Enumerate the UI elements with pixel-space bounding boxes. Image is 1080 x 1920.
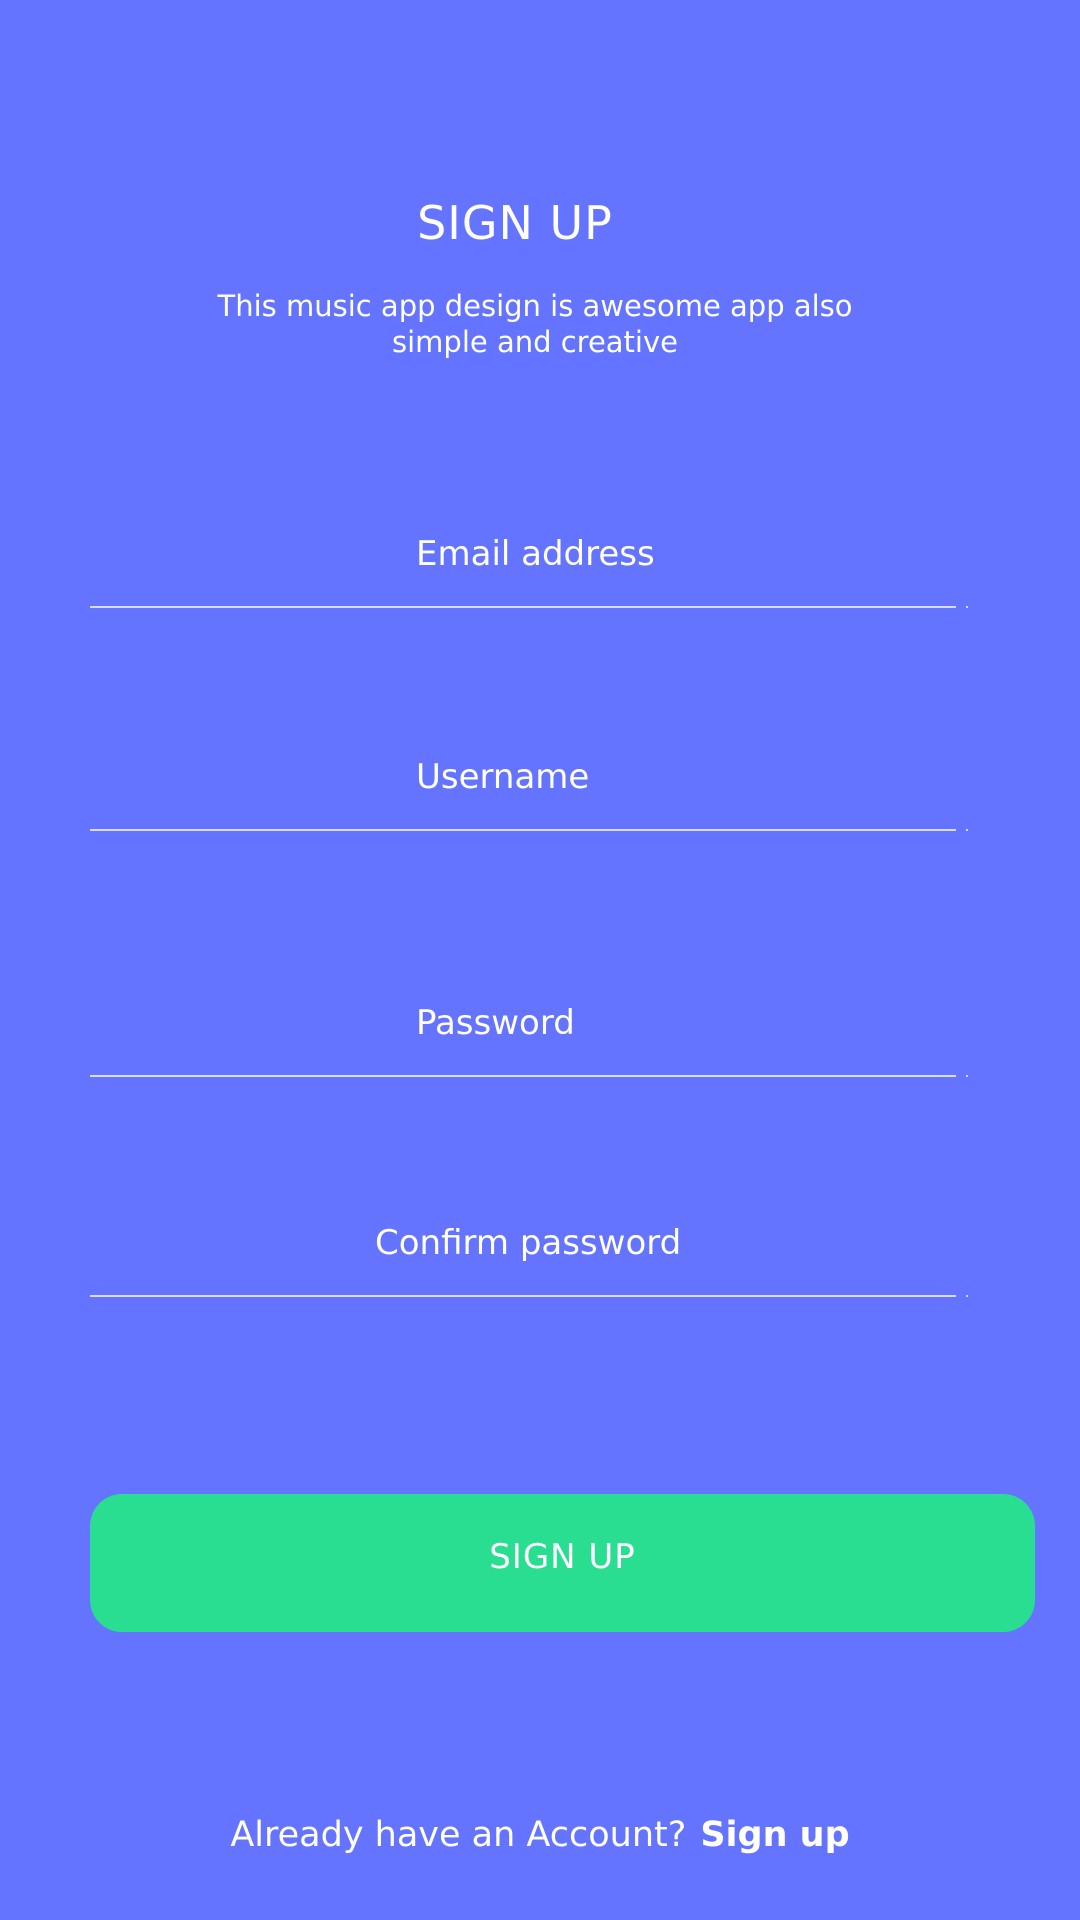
confirm-password-field-group xyxy=(90,1207,968,1297)
footer: Already have an Account? Sign up xyxy=(0,1815,1080,1855)
username-field-group xyxy=(90,741,968,831)
password-field[interactable] xyxy=(90,987,968,1059)
email-field-group xyxy=(90,518,968,608)
email-field[interactable] xyxy=(90,518,968,590)
account-prompt: Already have an Account? xyxy=(230,1815,687,1855)
username-field-underline-end xyxy=(966,829,968,831)
email-field-underline xyxy=(90,606,956,608)
username-field-underline xyxy=(90,829,956,831)
confirm-password-field-underline xyxy=(90,1295,956,1297)
username-field[interactable] xyxy=(90,741,968,813)
sign-up-link[interactable]: Sign up xyxy=(700,1815,849,1855)
confirm-password-field[interactable] xyxy=(90,1207,968,1279)
page-subtitle: This music app design is awesome app als… xyxy=(217,289,853,359)
page-title: SIGN UP xyxy=(417,196,613,250)
password-field-group xyxy=(90,987,968,1077)
password-field-underline-end xyxy=(966,1075,968,1077)
password-field-underline xyxy=(90,1075,956,1077)
confirm-password-field-underline-end xyxy=(966,1295,968,1297)
sign-up-button[interactable]: SIGN UP xyxy=(90,1494,1035,1632)
email-field-underline-end xyxy=(966,606,968,608)
signup-screen: SIGN UP This music app design is awesome… xyxy=(0,0,1080,1920)
